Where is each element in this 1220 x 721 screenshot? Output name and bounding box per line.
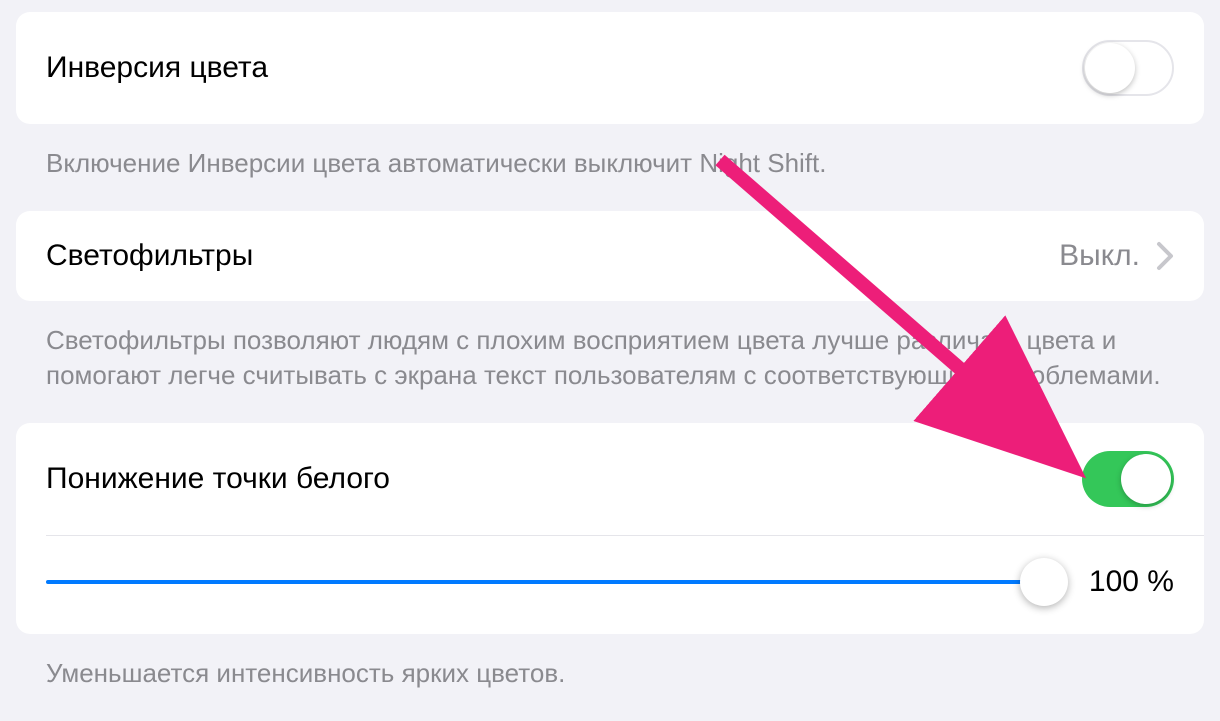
- color-filters-value: Выкл.: [1059, 239, 1140, 273]
- color-filters-row[interactable]: Светофильтры Выкл.: [16, 211, 1204, 301]
- chevron-right-icon: [1156, 241, 1174, 271]
- color-filters-right: Выкл.: [1059, 239, 1174, 273]
- color-filters-label: Светофильтры: [46, 239, 253, 273]
- slider-thumb: [1020, 558, 1068, 606]
- reduce-white-point-footer: Уменьшается интенсивность ярких цветов.: [16, 634, 1204, 721]
- reduce-white-point-slider-row: 100 %: [16, 536, 1204, 634]
- invert-colors-label: Инверсия цвета: [46, 51, 268, 85]
- invert-colors-toggle[interactable]: [1082, 40, 1174, 96]
- reduce-white-point-label: Понижение точки белого: [46, 462, 390, 496]
- reduce-white-point-percent: 100 %: [1074, 565, 1174, 599]
- toggle-knob: [1085, 43, 1135, 93]
- reduce-white-point-slider[interactable]: [46, 558, 1044, 606]
- reduce-white-point-group: Понижение точки белого 100 %: [16, 423, 1204, 634]
- toggle-knob: [1121, 454, 1171, 504]
- color-filters-footer: Светофильтры позволяют людям с плохим во…: [16, 301, 1204, 423]
- slider-track: [46, 580, 1044, 584]
- reduce-white-point-toggle[interactable]: [1082, 451, 1174, 507]
- reduce-white-point-row: Понижение точки белого: [16, 423, 1204, 535]
- invert-colors-footer: Включение Инверсии цвета автоматически в…: [16, 124, 1204, 211]
- invert-colors-row: Инверсия цвета: [16, 12, 1204, 124]
